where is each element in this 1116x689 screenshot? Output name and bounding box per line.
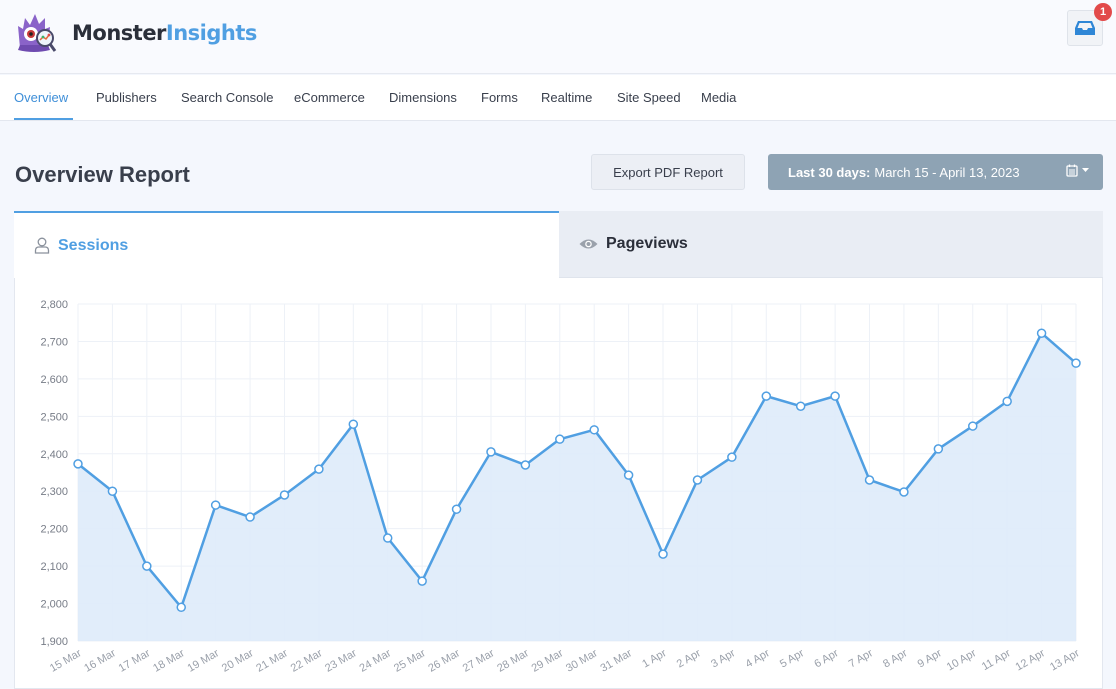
- x-tick-label: 28 Mar: [495, 647, 531, 675]
- data-point: [176, 602, 186, 613]
- data-point: [1071, 358, 1081, 368]
- data-point: [417, 576, 427, 586]
- data-point: [761, 391, 772, 401]
- x-tick-label: 13 Apr: [1048, 647, 1082, 673]
- data-point: [1036, 328, 1047, 338]
- sessions-chart: 1,900 2,000 2,100 2,200 2,300 2,400 2,500 2,600…: [40, 299, 1082, 675]
- y-tick-label: 2,300: [40, 486, 68, 498]
- y-tick-label: 1,900: [40, 636, 68, 648]
- x-tick-label: 9 Apr: [916, 647, 945, 670]
- data-point: [692, 475, 703, 485]
- data-point: [968, 421, 978, 431]
- y-tick-label: 2,200: [40, 524, 68, 536]
- data-point: [520, 460, 531, 470]
- data-point: [486, 447, 496, 457]
- x-tick-label: 19 Mar: [185, 647, 221, 675]
- y-tick-label: 2,400: [40, 449, 68, 461]
- data-point: [623, 470, 634, 480]
- x-tick-label: 20 Mar: [220, 647, 256, 675]
- data-point: [864, 475, 875, 485]
- x-tick-label: 4 Apr: [744, 647, 773, 670]
- y-tick-label: 2,600: [40, 374, 68, 386]
- data-point: [658, 549, 668, 559]
- y-tick-label: 2,500: [40, 411, 68, 423]
- y-tick-label: 2,700: [40, 336, 68, 348]
- x-tick-label: 22 Mar: [289, 647, 325, 675]
- data-point: [830, 391, 840, 401]
- x-tick-label: 30 Mar: [564, 647, 600, 675]
- data-point: [451, 504, 462, 514]
- data-point: [73, 459, 83, 469]
- x-tick-label: 25 Mar: [392, 647, 428, 675]
- x-tick-label: 16 Mar: [82, 647, 118, 675]
- x-tick-label: 5 Apr: [778, 647, 807, 670]
- data-point: [279, 490, 290, 500]
- x-tick-label: 1 Apr: [640, 647, 669, 670]
- data-point: [245, 512, 255, 522]
- x-tick-label: 17 Mar: [117, 647, 153, 675]
- x-tick-label: 8 Apr: [881, 647, 910, 670]
- data-point: [795, 401, 806, 411]
- x-tick-label: 11 Apr: [980, 647, 1013, 673]
- data-point: [589, 425, 599, 435]
- data-point: [727, 452, 737, 462]
- x-tick-label: 15 Mar: [48, 647, 84, 675]
- data-point: [382, 533, 393, 543]
- data-point: [210, 500, 221, 510]
- data-point: [1002, 396, 1012, 407]
- data-point: [348, 419, 359, 429]
- y-tick-label: 2,000: [40, 599, 68, 611]
- x-tick-label: 12 Apr: [1014, 647, 1048, 673]
- data-point: [142, 561, 152, 571]
- x-tick-label: 24 Mar: [358, 647, 394, 675]
- x-tick-label: 31 Mar: [598, 647, 634, 675]
- data-point: [899, 487, 909, 497]
- x-tick-label: 29 Mar: [530, 647, 566, 675]
- x-tick-label: 23 Mar: [323, 647, 359, 675]
- data-point: [107, 486, 118, 496]
- data-point: [933, 444, 944, 454]
- x-tick-label: 3 Apr: [709, 647, 738, 670]
- x-tick-label: 6 Apr: [812, 647, 841, 670]
- x-tick-label: 26 Mar: [426, 647, 462, 675]
- x-tick-label: 10 Apr: [945, 647, 979, 673]
- x-tick-label: 21 Mar: [254, 647, 290, 675]
- x-tick-label: 7 Apr: [847, 647, 876, 670]
- y-tick-label: 2,800: [40, 299, 68, 311]
- y-tick-label: 2,100: [40, 561, 68, 573]
- x-tick-label: 2 Apr: [675, 647, 704, 670]
- x-tick-label: 18 Mar: [151, 647, 187, 675]
- data-point: [314, 464, 324, 474]
- data-point: [555, 434, 565, 444]
- x-tick-label: 27 Mar: [461, 647, 497, 675]
